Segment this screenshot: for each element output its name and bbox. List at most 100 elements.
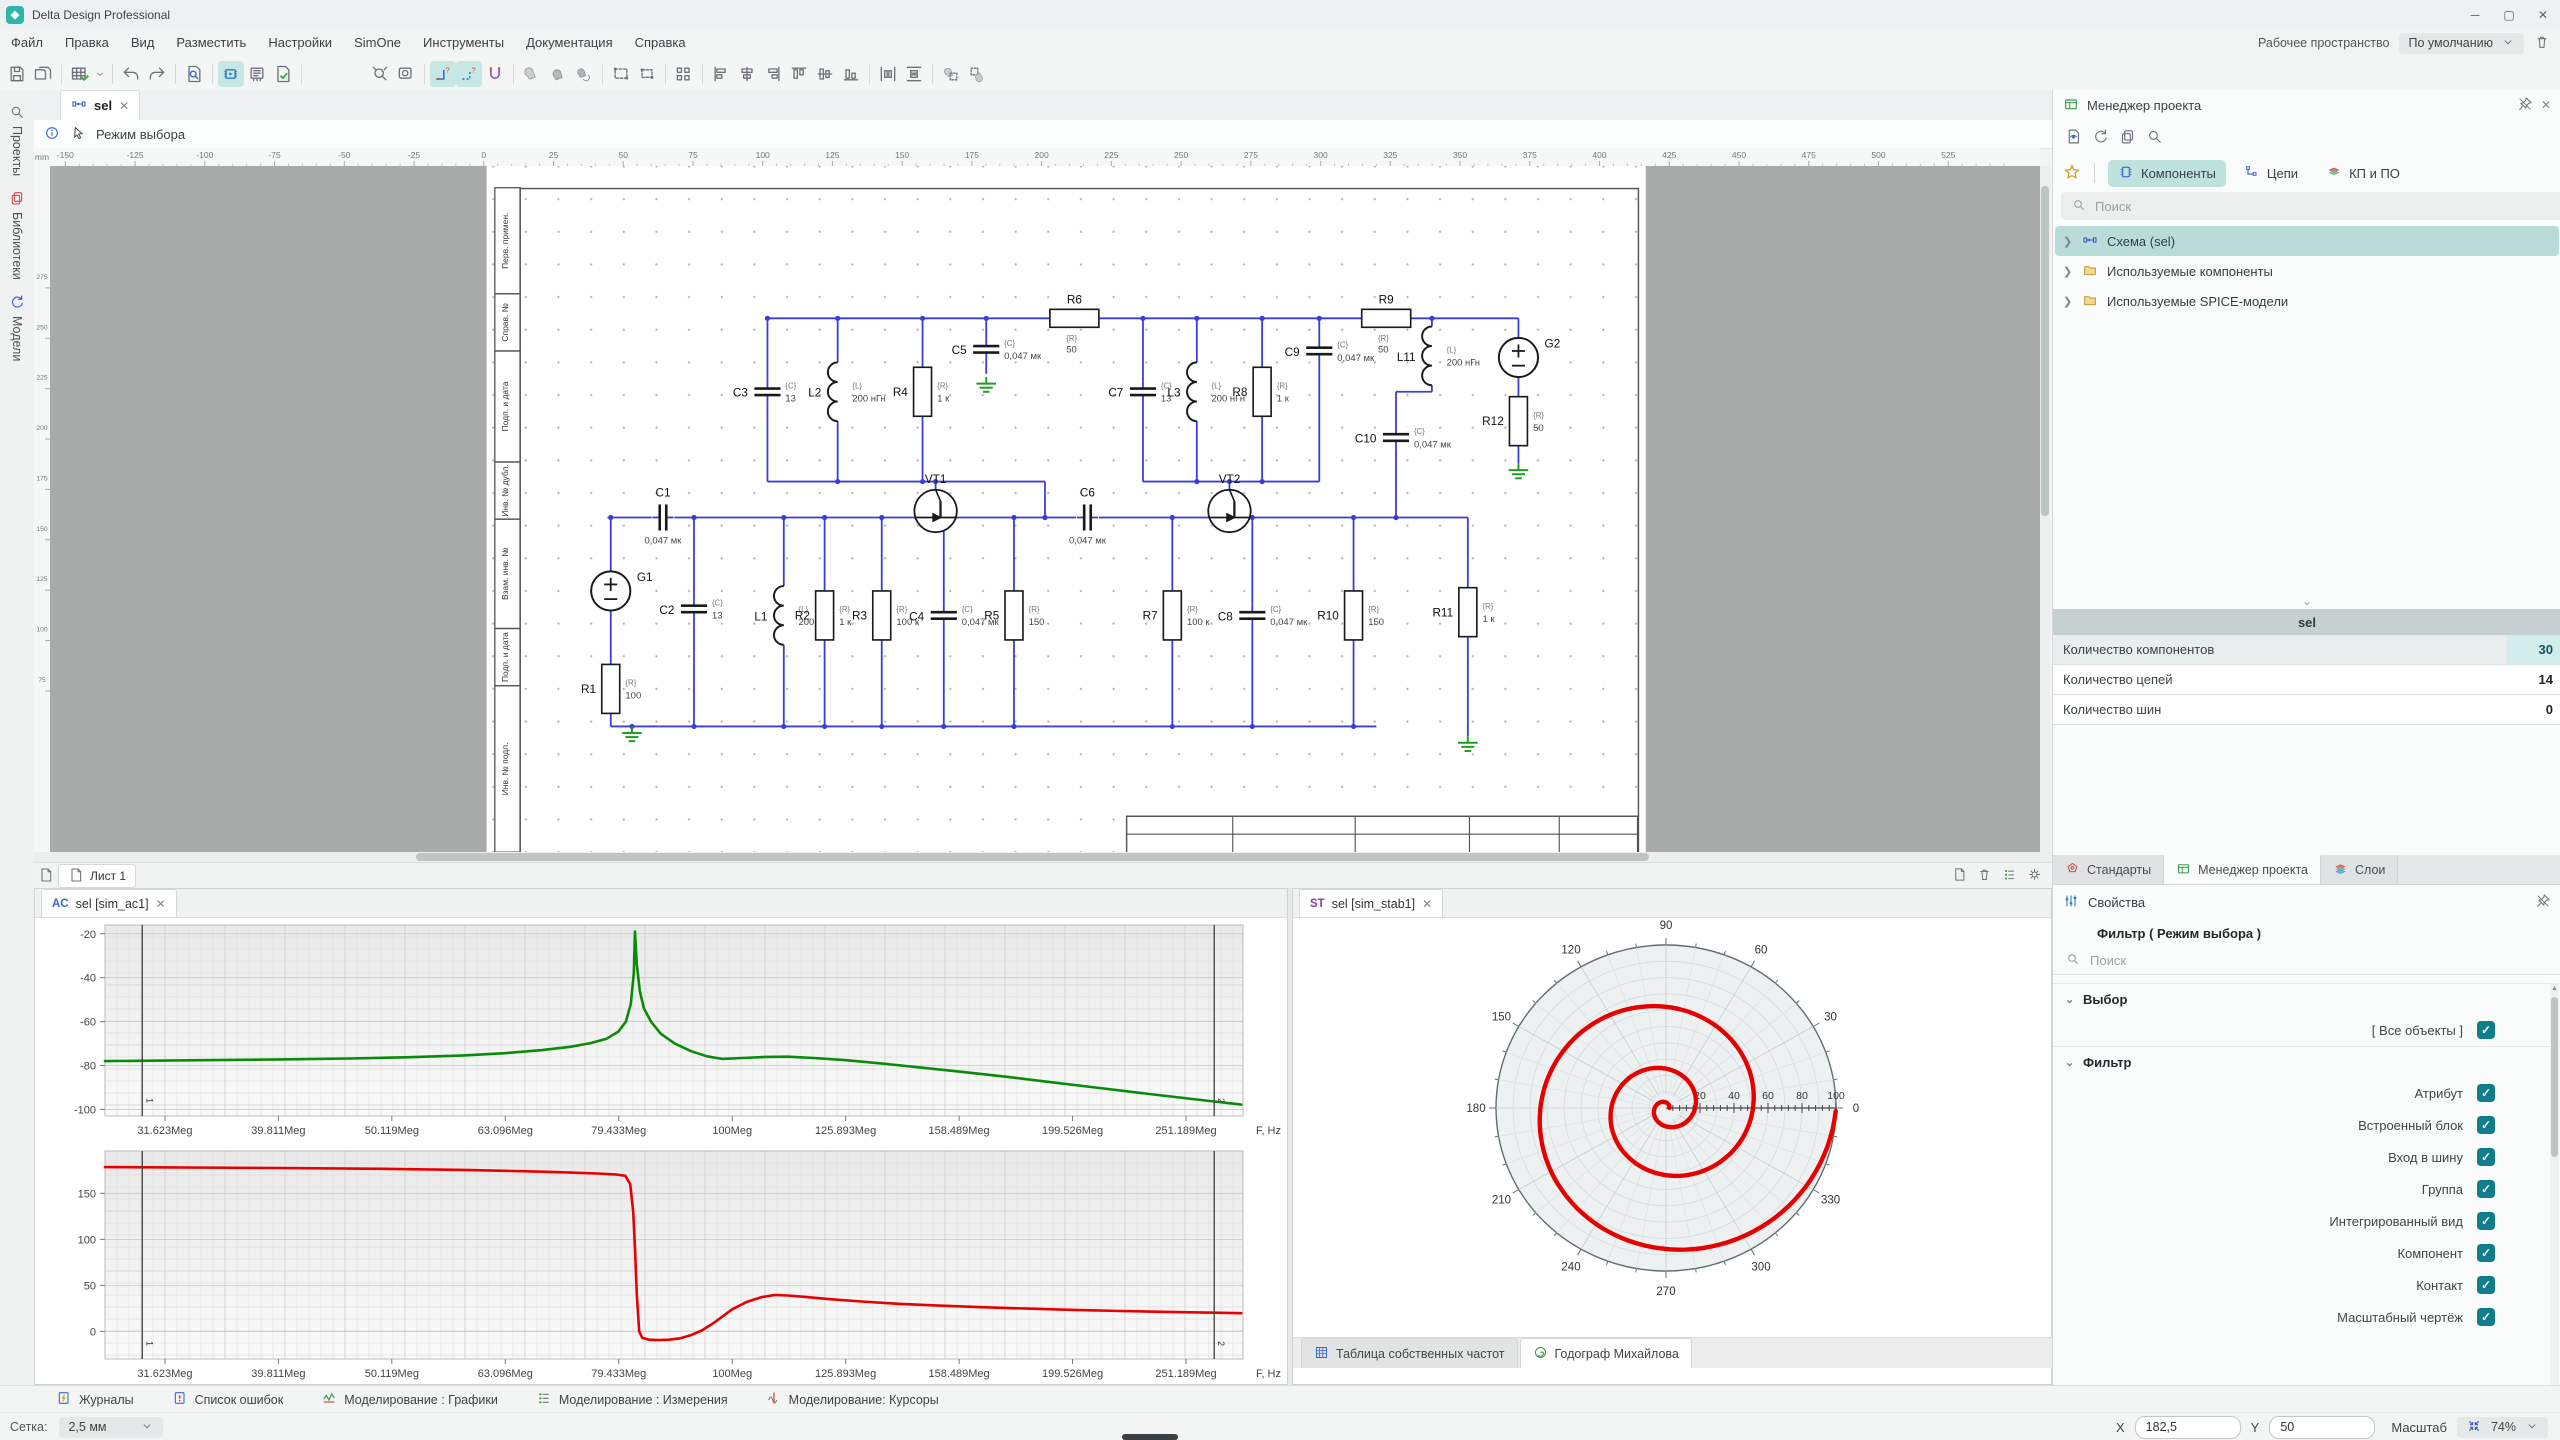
toolbar-select-rect-button[interactable] <box>608 61 634 87</box>
sheet-action-sim-measure-icon[interactable] <box>2002 867 2017 885</box>
toolbar-magnet-button[interactable] <box>482 61 508 87</box>
close-button[interactable]: ✕ <box>2526 1 2560 29</box>
statusbar-errors-button[interactable]: Список ошибок <box>172 1390 284 1409</box>
toolbar-route-angle-button[interactable]: ? <box>430 61 456 87</box>
filter-checkbox[interactable]: ✓ <box>2477 1180 2495 1198</box>
workspace-select[interactable]: По умолчанию <box>2399 33 2524 54</box>
panel-tab-pm[interactable]: Менеджер проекта <box>2164 855 2321 884</box>
pm-find-button[interactable] <box>2146 128 2163 148</box>
filter-checkbox[interactable]: ✓ <box>2477 1244 2495 1262</box>
toolbar-ram-doc-button[interactable] <box>244 61 270 87</box>
filter-section-header[interactable]: ⌄Выбор <box>2053 983 2560 1014</box>
toolbar-shape-solid-button[interactable] <box>545 61 571 87</box>
toolbar-align-middle-button[interactable] <box>812 61 838 87</box>
filter-checkbox[interactable]: ✓ <box>2477 1021 2495 1039</box>
pm-tab-layers2[interactable]: КП и ПО <box>2316 160 2410 187</box>
info-icon[interactable] <box>44 125 60 144</box>
toolbar-align-center-v-button[interactable] <box>734 61 760 87</box>
filter-checkbox[interactable]: ✓ <box>2477 1308 2495 1326</box>
schematic-drawing[interactable]: Перв. примен.Справ. №Подп. и датаИнв. № … <box>50 166 2040 852</box>
toolbar-save-button[interactable] <box>4 61 30 87</box>
result-tab-hodograph[interactable]: Годограф Михайлова <box>1520 1338 1692 1368</box>
maximize-button[interactable]: ▢ <box>2492 1 2526 29</box>
dock-tab-projects[interactable]: Проекты <box>0 104 34 176</box>
toolbar-find-doc-button[interactable] <box>181 61 207 87</box>
statusbar-log-button[interactable]: Журналы <box>56 1390 134 1409</box>
toolbar-select-node-button[interactable] <box>634 61 660 87</box>
menu-item-5[interactable]: SimOne <box>343 29 412 57</box>
panel-tab-standards[interactable]: Стандарты <box>2053 855 2164 884</box>
sheet-action-trash-icon[interactable] <box>1977 867 1992 885</box>
properties-scrollbar[interactable]: ▲ <box>2550 983 2559 1385</box>
pm-copy-button[interactable] <box>2119 128 2136 148</box>
properties-search-input[interactable]: Поиск <box>2053 947 2560 975</box>
toolbar-array-button[interactable] <box>671 61 697 87</box>
toolbar-dist-v-button[interactable] <box>901 61 927 87</box>
toolbar-sim-chip-button[interactable] <box>218 61 244 87</box>
menu-item-0[interactable]: Файл <box>0 29 54 57</box>
pin-icon[interactable] <box>2535 893 2551 912</box>
panel-tab-layers[interactable]: Слои <box>2321 855 2398 884</box>
sheet-tab[interactable]: Лист 1 <box>58 864 136 888</box>
canvas-vscrollbar[interactable] <box>2040 166 2050 852</box>
toolbar-shape-copy-button[interactable] <box>519 61 545 87</box>
toolbar-zoom-area-button[interactable] <box>393 61 419 87</box>
toolbar-route-dash-button[interactable]: ? <box>456 61 482 87</box>
toolbar-grid-check-button[interactable] <box>67 61 93 87</box>
filter-checkbox[interactable]: ✓ <box>2477 1148 2495 1166</box>
pm-tab-nets[interactable]: Цепи <box>2234 160 2308 187</box>
y-coordinate-input[interactable]: 50 <box>2269 1416 2375 1439</box>
filter-checkbox[interactable]: ✓ <box>2477 1084 2495 1102</box>
statusbar-sim-measure-button[interactable]: Моделирование : Измерения <box>536 1390 728 1409</box>
page-icon[interactable] <box>38 867 54 886</box>
dock-tab-libraries[interactable]: Библиотеки <box>0 190 34 280</box>
close-icon[interactable]: ✕ <box>119 99 129 113</box>
filter-section-header[interactable]: ⌄Фильтр <box>2053 1046 2560 1077</box>
grid-step-select[interactable]: 2,5 мм <box>59 1417 163 1438</box>
minimize-button[interactable]: ─ <box>2458 1 2492 29</box>
x-coordinate-input[interactable]: 182,5 <box>2135 1416 2241 1439</box>
pm-page-eye-button[interactable] <box>2065 128 2082 148</box>
close-icon[interactable]: ✕ <box>1422 897 1432 911</box>
close-icon[interactable]: ✕ <box>156 897 166 911</box>
collapse-chevron-icon[interactable]: ⌄ <box>2053 595 2560 609</box>
trash-icon[interactable] <box>2534 34 2550 53</box>
menu-item-2[interactable]: Вид <box>120 29 166 57</box>
menu-item-8[interactable]: Справка <box>624 29 697 57</box>
tree-item[interactable]: ❯Используемые компоненты <box>2055 256 2559 286</box>
filter-checkbox[interactable]: ✓ <box>2477 1212 2495 1230</box>
filter-checkbox[interactable]: ✓ <box>2477 1116 2495 1134</box>
toolbar-undo-button[interactable] <box>118 61 144 87</box>
sheet-action-gear-icon[interactable] <box>2027 867 2042 885</box>
statusbar-sim-cursors-button[interactable]: Моделирование: Курсоры <box>766 1390 939 1409</box>
filter-checkbox[interactable]: ✓ <box>2477 1276 2495 1294</box>
chevron-right-icon[interactable]: ❯ <box>2063 235 2073 248</box>
toolbar-align-right-button[interactable] <box>760 61 786 87</box>
sheet-action-page-icon[interactable] <box>1952 867 1967 885</box>
result-tab-table[interactable]: Таблица собственных частот <box>1301 1338 1518 1368</box>
canvas-hscrollbar[interactable] <box>34 852 2052 862</box>
zoom-level-select[interactable]: 74% <box>2457 1417 2548 1438</box>
toolbar-group-front-button[interactable] <box>938 61 964 87</box>
toolbar-group-back-button[interactable] <box>964 61 990 87</box>
menu-item-6[interactable]: Инструменты <box>412 29 515 57</box>
toolbar-dist-h-button[interactable] <box>875 61 901 87</box>
toolbar-shape-dup-button[interactable] <box>571 61 597 87</box>
menu-item-7[interactable]: Документация <box>515 29 624 57</box>
menu-item-3[interactable]: Разместить <box>165 29 257 57</box>
toolbar-align-bottom-button[interactable] <box>838 61 864 87</box>
toolbar-save-all-button[interactable] <box>30 61 56 87</box>
ac-plot-tab[interactable]: AC sel [sim_ac1] ✕ <box>41 889 177 917</box>
statusbar-sim-graphs-button[interactable]: Моделирование : Графики <box>321 1390 498 1409</box>
toolbar-doc-check-button[interactable] <box>270 61 296 87</box>
toolbar-grid-chevron[interactable] <box>93 61 107 87</box>
favorites-star-icon[interactable] <box>2063 163 2081 184</box>
dock-tab-models[interactable]: Модели <box>0 294 34 361</box>
tree-item[interactable]: ❯Используемые SPICE-модели <box>2055 286 2559 316</box>
st-plot-tab[interactable]: ST sel [sim_stab1] ✕ <box>1299 889 1443 917</box>
toolbar-redo-button[interactable] <box>144 61 170 87</box>
schematic-canvas[interactable]: Перв. примен.Справ. №Подп. и датаИнв. № … <box>50 166 2040 852</box>
toolbar-align-left-button[interactable] <box>708 61 734 87</box>
toolbar-align-top-button[interactable] <box>786 61 812 87</box>
chevron-right-icon[interactable]: ❯ <box>2063 295 2073 308</box>
